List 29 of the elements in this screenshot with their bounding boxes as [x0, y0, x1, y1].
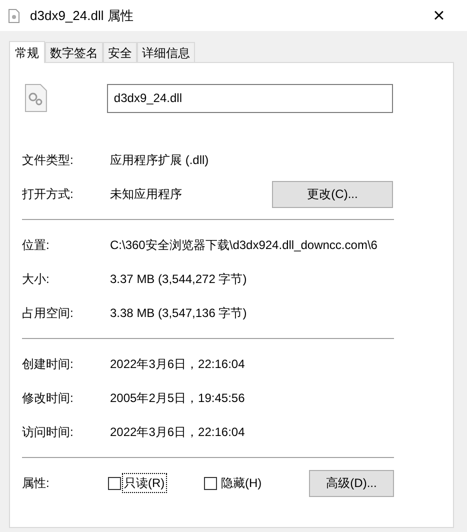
field-value: 应用程序扩展 (.dll) — [110, 152, 210, 169]
tab[interactable]: 详细信息 — [137, 42, 195, 62]
field-label: 文件类型: — [22, 152, 74, 169]
field-label: 打开方式: — [22, 186, 74, 203]
tab[interactable]: 常规 — [9, 41, 45, 63]
field-value: 3.38 MB (3,547,136 字节) — [110, 305, 248, 322]
checkbox[interactable]: 隐藏(H) — [204, 473, 300, 493]
file-icon — [8, 8, 20, 22]
field-value: 未知应用程序 — [110, 186, 183, 203]
field-label: 访问时间: — [22, 424, 74, 441]
field-value: C:\360安全浏览器下载\d3dx924.dll_downcc.com\6 — [110, 237, 378, 254]
field-value: 2022年3月6日，22:16:04 — [110, 424, 246, 441]
field-label: 创建时间: — [22, 356, 74, 373]
file-name-field[interactable]: d3dx9_24.dll — [106, 84, 393, 112]
field-value: 2022年3月6日，22:16:04 — [110, 356, 246, 373]
field-value: 3.37 MB (3,544,272 字节) — [110, 271, 248, 288]
advanced-button[interactable]: 高级(D)... — [309, 470, 394, 496]
field-label: 位置: — [22, 237, 50, 254]
field-label: 占用空间: — [22, 305, 74, 322]
checkbox[interactable]: 只读(R) — [108, 473, 204, 493]
field-label: 属性: — [22, 475, 50, 492]
field-value: 2005年2月5日，19:45:56 — [110, 390, 246, 407]
change-button[interactable]: 更改(C)... — [272, 180, 393, 208]
tab[interactable]: 安全 — [103, 42, 137, 62]
window-title: d3dx9_24.dll 属性 — [30, 6, 134, 25]
field-label: 大小: — [22, 271, 50, 288]
close-button[interactable]: × — [419, 0, 459, 31]
field-label: 修改时间: — [22, 390, 74, 407]
tab[interactable]: 数字签名 — [45, 42, 103, 62]
